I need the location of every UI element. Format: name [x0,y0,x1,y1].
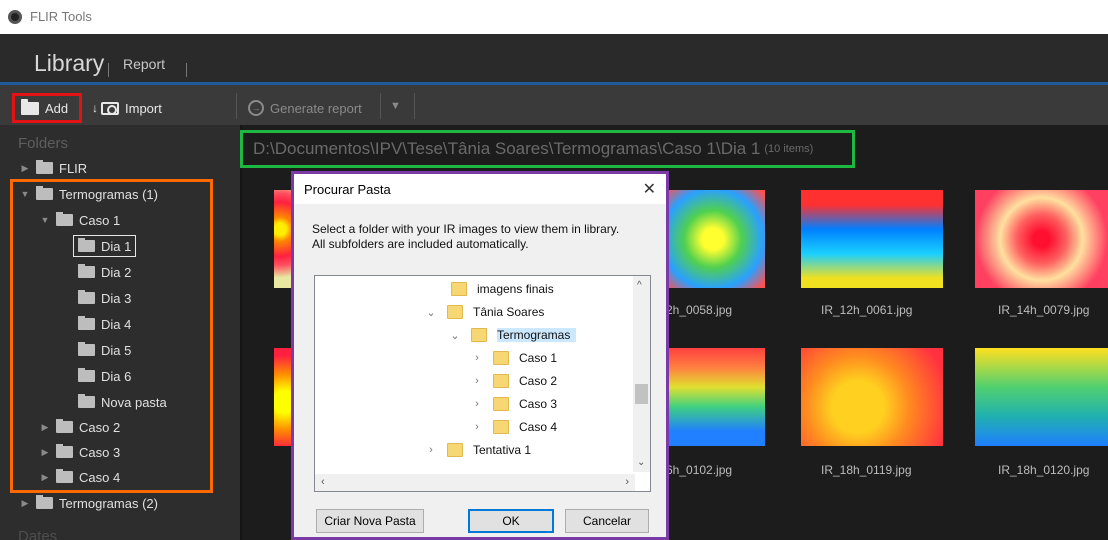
folder-icon [36,160,53,174]
folder-item-imagens-finais[interactable]: imagens finais [451,278,554,300]
thumbnail-label: IR_18h_0119.jpg [821,463,912,477]
folder-icon [447,443,463,457]
chevron-right-icon[interactable]: › [471,398,483,410]
browse-folder-dialog: Procurar Pasta ✕ Select a folder with yo… [291,171,669,540]
folder-item-label: Caso 3 [519,397,558,411]
vertical-scrollbar[interactable]: ^ ⌄ [633,276,650,472]
window-title: FLIR Tools [30,9,92,24]
chevron-right-icon[interactable]: › [425,444,437,456]
folder-item-caso-2[interactable]: › Caso 2 [471,370,557,392]
toolbar-divider [236,93,237,119]
thumbnail-image[interactable] [661,348,765,446]
title-bar: FLIR Tools [0,0,1108,34]
close-icon[interactable]: ✕ [643,179,656,199]
folder-item-label: Tentativa 1 [473,443,532,457]
nav-divider [186,63,187,77]
toolbar-divider [380,93,381,119]
expand-icon[interactable]: ▶ [20,163,30,174]
dialog-message-line: Select a folder with your IR images to v… [312,222,620,236]
flir-tools-window: FLIR Tools Library Report Add ↓ Import →… [0,0,1108,540]
tree-item-termogramas-2[interactable]: ▶ Termogramas (2) [20,492,158,514]
dialog-title-bar: Procurar Pasta ✕ [294,174,666,204]
chevron-left-icon[interactable]: ‹ [321,476,325,488]
import-label: Import [125,100,162,116]
add-label: Add [45,100,69,116]
folder-icon [493,397,509,411]
arrow-down-icon: ↓ [92,101,98,115]
chevron-up-icon[interactable]: ^ [637,280,642,291]
thumbnail-image[interactable] [801,348,943,446]
tree-item-label: FLIR [59,160,88,176]
folder-icon [21,98,39,115]
generate-report-icon: → [248,100,264,116]
folder-icon [36,495,53,509]
tab-report[interactable]: Report [123,56,165,72]
dialog-message-line: All subfolders are included automaticall… [312,237,529,251]
import-button[interactable]: ↓ Import [92,93,162,123]
expand-icon[interactable]: ▶ [20,498,30,509]
tree-item-flir[interactable]: ▶ FLIR [20,157,87,179]
thumbnail-image[interactable] [975,190,1108,288]
folder-item-caso-3[interactable]: › Caso 3 [471,393,557,415]
folder-item-label: Caso 1 [519,351,558,365]
ok-button[interactable]: OK [468,509,554,533]
path-breadcrumb: D:\Documentos\IPV\Tese\Tânia Soares\Term… [240,130,855,168]
thumbnail-label: 2h_0058.jpg [666,303,733,317]
folder-item-label: Caso 4 [519,420,558,434]
thumbnail-image[interactable] [661,190,765,288]
folder-item-label: Tânia Soares [473,305,545,319]
toolbar [0,85,1108,125]
horizontal-scrollbar[interactable]: ‹ › [315,474,635,491]
generate-report-label: Generate report [270,100,362,116]
nav-divider [108,63,109,77]
tab-library[interactable]: Library [34,50,104,77]
cancel-button[interactable]: Cancelar [565,509,649,533]
chevron-down-icon[interactable]: ⌄ [449,329,461,342]
folder-item-label: imagens finais [477,282,554,296]
folder-item-tentativa-1[interactable]: › Tentativa 1 [425,439,531,461]
chevron-right-icon[interactable]: › [471,352,483,364]
chevron-right-icon[interactable]: › [471,421,483,433]
folder-item-tania-soares[interactable]: ⌄ Tânia Soares [425,301,544,323]
thumbnail-label: IR_12h_0061.jpg [821,303,913,317]
camera-icon [101,101,119,115]
top-nav-bar [0,34,1108,82]
item-count: (10 items) [764,143,814,155]
folder-tree[interactable]: imagens finais ⌄ Tânia Soares ⌄ Termogra… [314,275,651,492]
chevron-right-icon[interactable]: › [625,476,629,488]
generate-report-button[interactable]: → Generate report [248,93,362,123]
thumbnail-label: 6h_0102.jpg [666,463,733,477]
folder-item-label: Termogramas [497,328,577,342]
chevron-right-icon[interactable]: › [471,375,483,387]
path-text: D:\Documentos\IPV\Tese\Tânia Soares\Term… [253,139,761,158]
flir-app-icon [8,10,22,24]
chevron-down-icon[interactable]: ⌄ [637,457,645,468]
folder-item-caso-4[interactable]: › Caso 4 [471,416,557,438]
tree-item-label: Termogramas (2) [59,495,158,511]
folder-icon [493,420,509,434]
folder-icon [451,282,467,296]
dates-heading: Dates [18,528,58,540]
thumbnail-label: IR_18h_0120.jpg [998,463,1090,477]
add-button[interactable]: Add [12,93,82,123]
dialog-message: Select a folder with your IR images to v… [312,222,662,252]
chevron-down-icon[interactable]: ⌄ [425,306,437,319]
folder-icon [493,374,509,388]
scrollbar-thumb[interactable] [635,384,648,404]
folder-item-caso-1[interactable]: › Caso 1 [471,347,557,369]
folder-item-label: Caso 2 [519,374,558,388]
report-dropdown-chevron-icon[interactable]: ▼ [390,100,401,112]
toolbar-divider [414,93,415,119]
folder-item-termogramas[interactable]: ⌄ Termogramas [449,324,577,346]
thumbnail-image[interactable] [975,348,1108,446]
folder-icon [493,351,509,365]
dialog-title: Procurar Pasta [304,182,391,197]
thumbnail-image[interactable] [801,190,943,288]
thumbnail-label: IR_14h_0079.jpg [998,303,1090,317]
sidebar-highlight-box [10,179,213,493]
new-folder-button[interactable]: Criar Nova Pasta [316,509,424,533]
folder-icon [447,305,463,319]
folder-icon [471,328,487,342]
folders-heading: Folders [18,135,69,152]
